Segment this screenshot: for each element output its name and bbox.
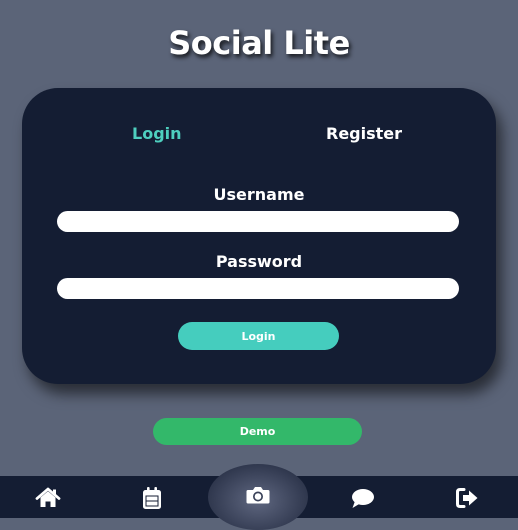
chat-icon [352, 489, 374, 508]
calendar-icon [143, 487, 161, 509]
tab-register[interactable]: Register [326, 124, 402, 143]
login-button[interactable]: Login [178, 322, 339, 350]
app-title: Social Lite [168, 24, 350, 62]
username-input[interactable] [57, 211, 459, 232]
camera-icon [246, 487, 270, 504]
nav-camera[interactable] [243, 480, 273, 510]
password-label: Password [215, 252, 303, 271]
tab-login[interactable]: Login [132, 124, 182, 143]
nav-calendar[interactable] [137, 483, 167, 513]
nav-chat[interactable] [348, 483, 378, 513]
auth-card: Login Register Username Password Login [22, 88, 496, 384]
logout-icon [456, 488, 478, 508]
username-label: Username [213, 185, 305, 204]
home-icon [35, 487, 61, 507]
demo-button[interactable]: Demo [153, 418, 362, 445]
nav-home[interactable] [33, 483, 63, 513]
nav-logout[interactable] [452, 483, 482, 513]
password-input[interactable] [57, 278, 459, 299]
